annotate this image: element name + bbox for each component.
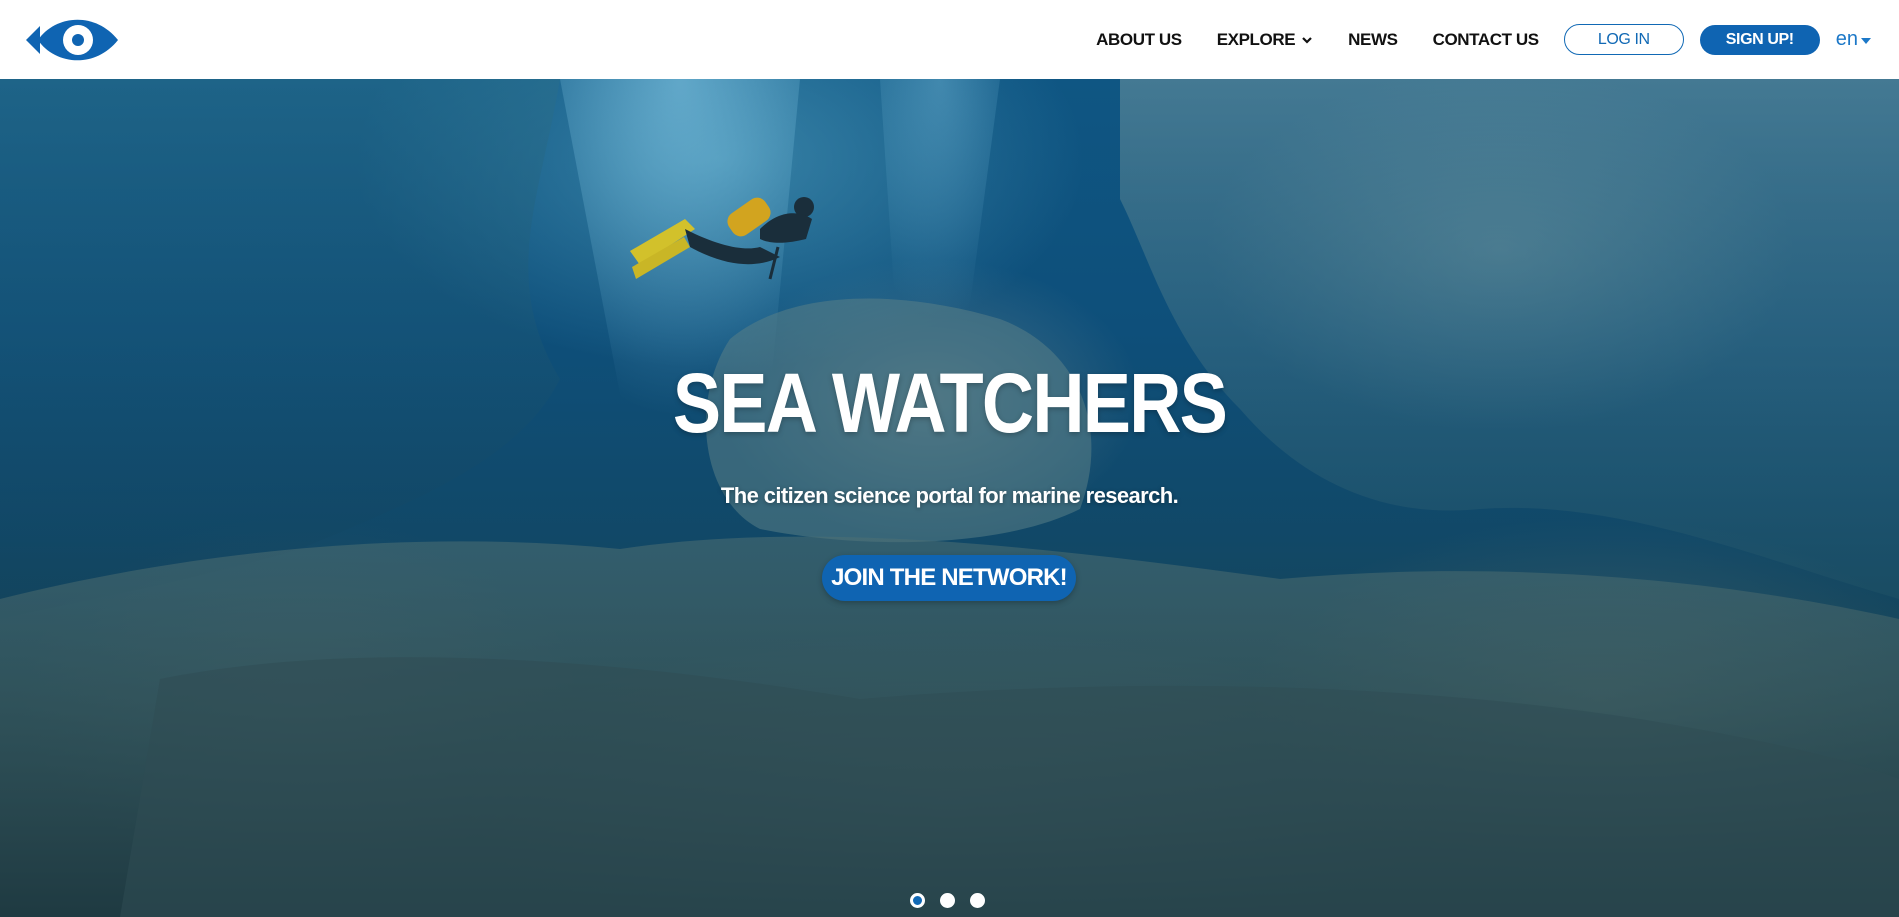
join-network-button[interactable]: JOIN THE NETWORK!	[822, 555, 1076, 601]
logo-tail-shape	[26, 26, 40, 54]
language-selector[interactable]: en	[1836, 28, 1871, 51]
logo-pupil	[72, 34, 84, 46]
nav-item-explore[interactable]: EXPLORE	[1217, 30, 1313, 50]
carousel-dot-3[interactable]	[970, 892, 985, 908]
signup-button-label: SIGN UP!	[1725, 30, 1794, 48]
nav-item-label: EXPLORE	[1216, 29, 1296, 49]
chevron-down-icon	[1302, 36, 1312, 44]
site-logo[interactable]	[26, 12, 118, 68]
main-nav: ABOUT US EXPLORE NEWS CONTACT US LOG IN …	[1096, 0, 1871, 79]
hero-section: SEA WATCHERS The citizen science portal …	[0, 79, 1899, 917]
language-label: en	[1835, 28, 1858, 50]
hero-subtitle: The citizen science portal for marine re…	[720, 483, 1179, 508]
site-header: ABOUT US EXPLORE NEWS CONTACT US LOG IN …	[0, 0, 1899, 79]
caret-down-icon	[1861, 37, 1871, 44]
carousel-dot-1[interactable]	[910, 892, 925, 908]
hero-title: SEA WATCHERS	[672, 356, 1228, 450]
signup-button[interactable]: SIGN UP!	[1699, 24, 1820, 55]
nav-item-label: ABOUT US	[1096, 29, 1182, 49]
carousel-dots	[910, 892, 1000, 908]
nav-item-label: CONTACT US	[1432, 29, 1540, 49]
nav-item-news[interactable]: NEWS	[1348, 29, 1398, 50]
nav-item-label: NEWS	[1348, 29, 1398, 49]
carousel-dot-2[interactable]	[940, 892, 955, 908]
nav-item-about-us[interactable]: ABOUT US	[1096, 30, 1182, 50]
hero-content: SEA WATCHERS The citizen science portal …	[0, 79, 1899, 917]
login-button[interactable]: LOG IN	[1563, 24, 1684, 55]
join-network-button-label: JOIN THE NETWORK!	[831, 564, 1068, 591]
login-button-label: LOG IN	[1597, 30, 1650, 48]
nav-item-contact-us[interactable]: CONTACT US	[1432, 29, 1540, 50]
